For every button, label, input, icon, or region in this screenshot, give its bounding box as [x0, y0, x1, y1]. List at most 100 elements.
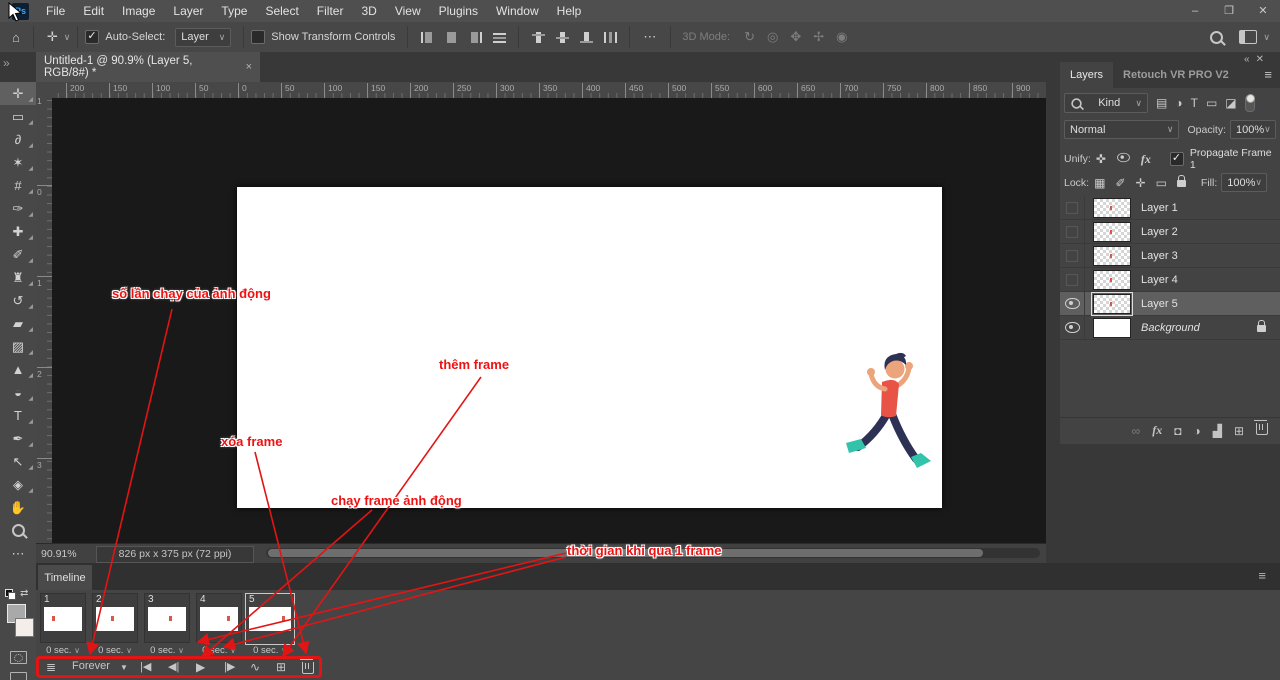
search-icon[interactable]	[1210, 31, 1223, 44]
document-tab[interactable]: Untitled-1 @ 90.9% (Layer 5, RGB/8#) * ×	[36, 52, 260, 82]
loop-count-dropdown[interactable]: Forever	[72, 660, 110, 672]
layer-thumbnail[interactable]	[1093, 270, 1131, 290]
type-tool[interactable]: T◢	[0, 404, 36, 427]
menu-type[interactable]: Type	[212, 0, 256, 22]
unify-visibility-icon[interactable]	[1116, 152, 1131, 166]
add-frame-button[interactable]: ⊞	[276, 660, 286, 674]
propagate-frame-checkbox[interactable]	[1170, 152, 1184, 166]
clone-stamp-tool[interactable]: ♜◢	[0, 266, 36, 289]
visibility-toggle[interactable]	[1060, 316, 1085, 339]
menu-filter[interactable]: Filter	[308, 0, 353, 22]
background-color-swatch[interactable]	[15, 618, 34, 637]
layer-thumbnail[interactable]	[1093, 198, 1131, 218]
filter-type-layers-icon[interactable]: T	[1191, 96, 1198, 110]
delete-frame-button[interactable]	[302, 662, 314, 677]
auto-select-target-dropdown[interactable]: Layer ∨	[175, 28, 231, 47]
menu-3d[interactable]: 3D	[352, 0, 385, 22]
restore-icon[interactable]: ❐	[1212, 0, 1246, 22]
timeline-frame-5-selected[interactable]: 5	[245, 593, 295, 645]
workspace-icon[interactable]	[1239, 30, 1257, 44]
default-colors-icon[interactable]	[5, 589, 14, 598]
history-brush-tool[interactable]: ↺◢	[0, 289, 36, 312]
layer-thumbnail[interactable]	[1093, 318, 1131, 338]
layer-name[interactable]: Layer 1	[1141, 202, 1178, 214]
align-left-icon[interactable]	[421, 32, 434, 43]
convert-to-video-timeline-icon[interactable]: ≣	[46, 660, 54, 674]
quick-mask-button[interactable]	[10, 651, 27, 664]
unify-position-icon[interactable]: ✜	[1096, 152, 1106, 166]
visibility-toggle[interactable]	[1060, 196, 1085, 219]
align-center-icon[interactable]	[445, 32, 458, 43]
previous-frame-button[interactable]: ◀|	[168, 660, 179, 673]
visibility-toggle[interactable]	[1060, 244, 1085, 267]
blur-tool[interactable]: ▲◢	[0, 358, 36, 381]
delete-layer-icon[interactable]	[1256, 423, 1268, 438]
menu-file[interactable]: File	[37, 0, 74, 22]
layer-row-1[interactable]: Layer 1	[1060, 196, 1280, 220]
filter-smart-objects-icon[interactable]: ◪	[1225, 96, 1236, 110]
lock-transparency-icon[interactable]: ▦	[1094, 176, 1105, 190]
frame-delay-dropdown[interactable]: 0 sec. ∨	[40, 645, 86, 656]
align-right-icon[interactable]	[469, 32, 482, 43]
menu-edit[interactable]: Edit	[74, 0, 113, 22]
expand-panels-icon[interactable]: »	[3, 56, 10, 70]
horizontal-scrollbar[interactable]	[266, 548, 1040, 558]
lasso-tool[interactable]: ∂◢	[0, 128, 36, 151]
dodge-tool[interactable]: ◒◢	[0, 381, 36, 404]
quick-selection-tool[interactable]: ✶◢	[0, 151, 36, 174]
filter-adjustment-layers-icon[interactable]: ◑	[1175, 96, 1182, 110]
edit-toolbar-icon[interactable]: ⋯	[0, 542, 36, 565]
group-layers-icon[interactable]: ▟	[1213, 424, 1222, 438]
chevron-down-icon[interactable]: ∨	[64, 32, 71, 43]
adjustment-layer-icon[interactable]: ◑	[1193, 424, 1200, 438]
timeline-frame-1[interactable]: 1	[40, 593, 86, 643]
menu-image[interactable]: Image	[113, 0, 164, 22]
brush-tool[interactable]: ✐◢	[0, 243, 36, 266]
chevron-down-icon[interactable]: ∨	[1263, 32, 1270, 43]
eyedropper-tool[interactable]: ✑◢	[0, 197, 36, 220]
zoom-tool[interactable]	[0, 519, 36, 542]
close-tab-icon[interactable]: ×	[246, 61, 252, 73]
align-edges-icon[interactable]	[493, 32, 506, 43]
distribute-vertical-icon[interactable]	[604, 32, 617, 43]
layer-name[interactable]: Layer 5	[1141, 298, 1178, 310]
healing-brush-tool[interactable]: ✚◢	[0, 220, 36, 243]
first-frame-button[interactable]: |◀	[140, 660, 151, 673]
filter-pixel-layers-icon[interactable]: ▤	[1156, 96, 1167, 110]
filter-shape-layers-icon[interactable]: ▭	[1206, 96, 1217, 110]
close-icon[interactable]: ✕	[1246, 0, 1280, 22]
link-layers-icon[interactable]: ∞	[1132, 424, 1141, 438]
new-layer-icon[interactable]: ⊞	[1234, 424, 1244, 438]
layer-row-4[interactable]: Layer 4	[1060, 268, 1280, 292]
loop-chevron-icon[interactable]: ▼	[120, 663, 128, 672]
lock-all-icon[interactable]	[1177, 176, 1186, 190]
auto-select-checkbox[interactable]	[85, 30, 99, 44]
menu-window[interactable]: Window	[487, 0, 548, 22]
shape-tool[interactable]: ◈◢	[0, 473, 36, 496]
horizontal-scrollbar-thumb[interactable]	[268, 549, 983, 557]
timeline-frame-4[interactable]: 4	[196, 593, 242, 643]
tween-icon[interactable]: ∿	[250, 660, 260, 674]
timeline-frame-3[interactable]: 3	[144, 593, 190, 643]
lock-position-icon[interactable]: ✛	[1136, 176, 1146, 190]
crop-tool[interactable]: #◢	[0, 174, 36, 197]
next-frame-button[interactable]: |▶	[224, 660, 235, 673]
document-canvas[interactable]	[237, 187, 942, 508]
layer-name[interactable]: Layer 4	[1141, 274, 1178, 286]
timeline-panel-menu-icon[interactable]: ≡	[1258, 568, 1266, 583]
timeline-frame-2[interactable]: 2	[92, 593, 138, 643]
layer-mask-icon[interactable]: ◘	[1174, 424, 1181, 438]
play-button[interactable]: ▶	[196, 660, 205, 674]
more-options-icon[interactable]: ⋯	[637, 29, 662, 45]
distribute-bottom-icon[interactable]	[580, 32, 593, 43]
unify-style-icon[interactable]: fx	[1141, 152, 1151, 167]
lock-artboard-icon[interactable]: ▭	[1156, 176, 1167, 190]
zoom-level[interactable]: 90.91%	[41, 548, 77, 560]
canvas-viewport[interactable]	[52, 98, 1046, 543]
layer-row-background[interactable]: Background	[1060, 316, 1280, 340]
menu-plugins[interactable]: Plugins	[430, 0, 487, 22]
fill-dropdown[interactable]: 100% ∨	[1221, 173, 1267, 192]
filter-toggle-switch[interactable]	[1245, 95, 1255, 112]
distribute-middle-icon[interactable]	[556, 32, 569, 43]
menu-view[interactable]: View	[386, 0, 430, 22]
